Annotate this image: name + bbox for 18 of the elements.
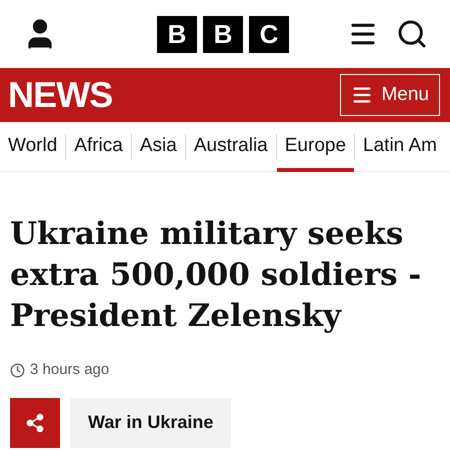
logo-letter: C <box>249 16 289 52</box>
menu-button[interactable]: Menu <box>340 74 440 116</box>
section-title: NEWS <box>8 73 112 117</box>
search-icon[interactable] <box>396 18 428 50</box>
nav-tab[interactable]: Europe <box>276 122 354 172</box>
headline: Ukraine military seeks extra 500,000 soldiers - President Zelensky <box>9 215 422 336</box>
nav-tab[interactable]: Australia <box>186 122 276 172</box>
nav-tab[interactable]: Asia <box>132 122 185 172</box>
topic-tag[interactable]: War in Ukraine <box>70 398 232 448</box>
nav-tab[interactable]: World <box>0 122 66 172</box>
share-icon <box>25 412 45 432</box>
logo-letter: B <box>203 16 243 52</box>
share-button[interactable] <box>10 398 60 448</box>
clock-icon <box>10 362 25 378</box>
nav-tab[interactable]: Latin Am <box>355 122 445 172</box>
logo-letter: B <box>157 16 197 52</box>
nav-tab[interactable]: Africa <box>66 122 131 172</box>
timestamp: 3 hours ago <box>30 360 110 380</box>
